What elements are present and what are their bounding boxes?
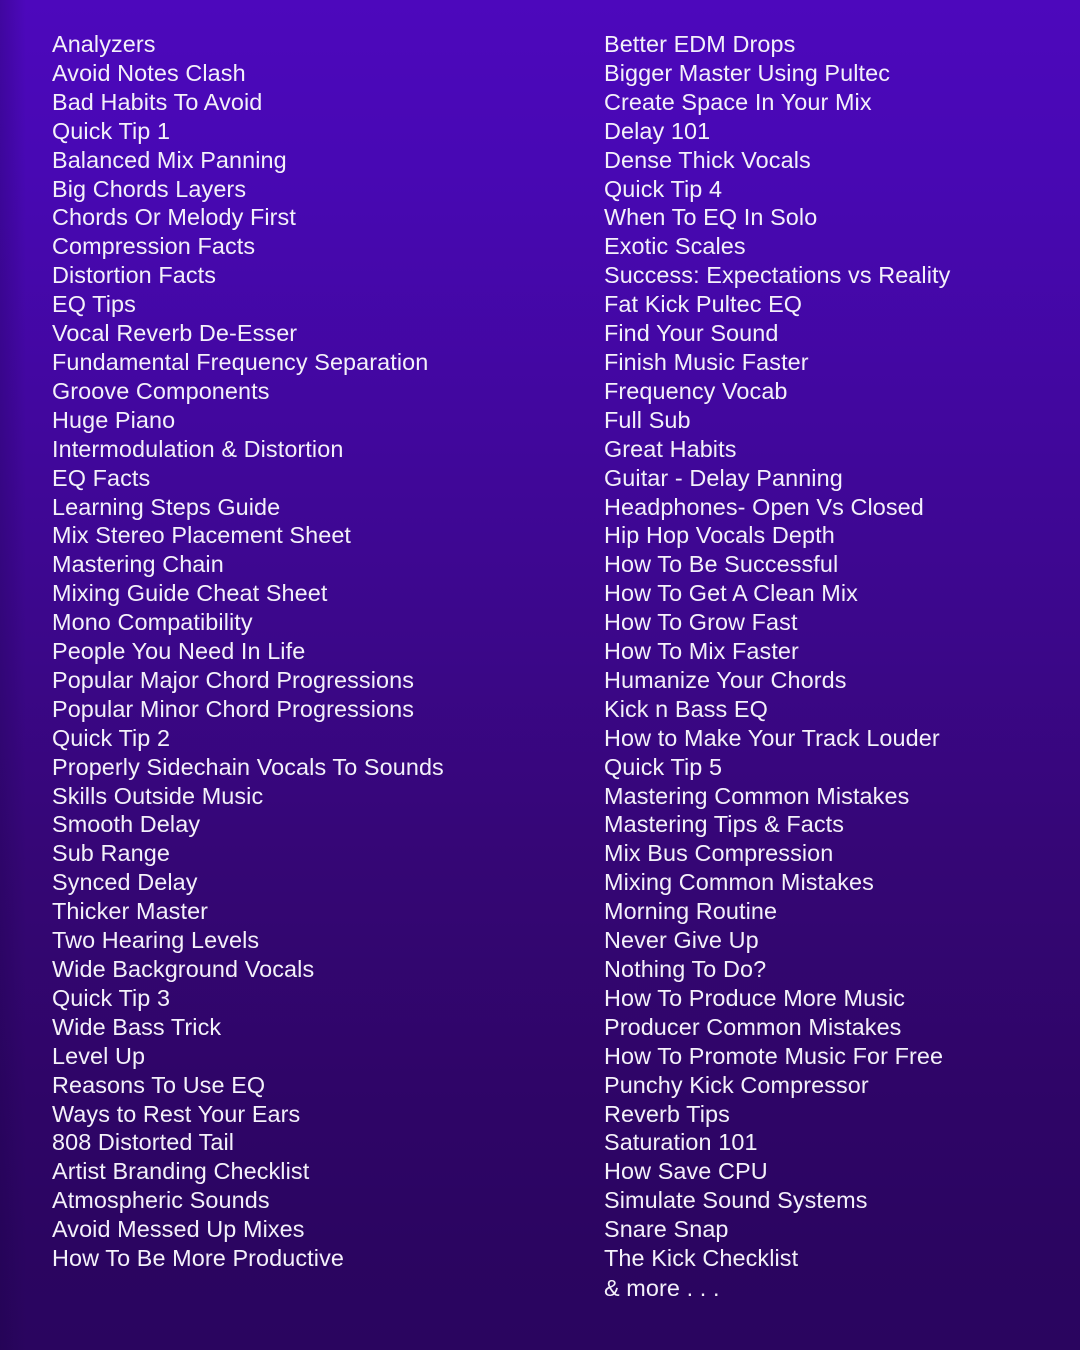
topic-list-item: Finish Music Faster [604, 348, 809, 375]
topic-list-item: Synced Delay [52, 869, 198, 896]
topic-list-item: Balanced Mix Panning [52, 146, 287, 173]
topic-list-item: Better EDM Drops [604, 31, 796, 57]
topic-list-item: The Kick Checklist [604, 1245, 799, 1272]
topic-list-item: Ways to Rest Your Ears [52, 1100, 301, 1127]
topic-list-item: Intermodulation & Distortion [52, 435, 344, 462]
topic-list-item: Thicker Master [52, 898, 209, 925]
topic-list-item: Humanize Your Chords [604, 666, 847, 693]
topic-list-item: Mix Stereo Placement Sheet [52, 522, 352, 549]
topic-list-item: Never Give Up [604, 927, 759, 954]
topic-list-item: Mix Bus Compression [604, 840, 834, 867]
topic-list-item: Exotic Scales [604, 233, 746, 260]
topic-list-item: EQ Facts [52, 464, 151, 491]
topic-list-item: Wide Background Vocals [52, 956, 315, 982]
topic-list-item: Sub Range [52, 840, 170, 867]
topic-list-item: Atmospheric Sounds [52, 1187, 270, 1214]
topic-list-item: Hip Hop Vocals Depth [604, 522, 835, 549]
topic-list-item: Simulate Sound Systems [604, 1187, 868, 1214]
topic-list-item: Mastering Tips & Facts [604, 811, 845, 838]
topic-list-item: Two Hearing Levels [52, 927, 260, 954]
topic-list-item: Snare Snap [604, 1216, 729, 1243]
topic-list-item: Big Chords Layers [52, 175, 247, 202]
topic-list-item: Guitar - Delay Panning [604, 464, 843, 491]
topic-list-item: Kick n Bass EQ [604, 695, 768, 722]
topic-list-item: Dense Thick Vocals [604, 146, 811, 173]
topic-list-item: How To Be More Productive [52, 1245, 344, 1272]
right-column: Better EDM Drops Bigger Master Using Pult… [552, 0, 1080, 1303]
topic-list-item: How To Be Successful [604, 551, 839, 578]
topic-list-item: Mastering Chain [52, 551, 224, 578]
topic-list-item: Nothing To Do? [604, 956, 767, 982]
topic-list-item: Great Habits [604, 435, 737, 462]
topic-list-item: Avoid Messed Up Mixes [52, 1216, 305, 1243]
topic-list-item: Huge Piano [52, 406, 176, 433]
topic-list-item: How To Mix Faster [604, 638, 799, 665]
more-indicator: & more . . . [604, 1274, 720, 1301]
topic-list-item: Level Up [52, 1042, 146, 1069]
topic-list-item: Headphones- Open Vs Closed [604, 493, 924, 520]
topic-list-item: Reasons To Use EQ [52, 1071, 266, 1098]
topic-list-item: Wide Bass Trick [52, 1013, 222, 1040]
topic-list-item: Mastering Common Mistakes [604, 782, 910, 809]
topic-list-item: How To Promote Music For Free [604, 1042, 944, 1069]
right-topic-list: Better EDM Drops Bigger Master Using Pult… [604, 30, 1080, 1303]
topic-list-item: Create Space In Your Mix [604, 88, 872, 115]
topic-list-item: Mixing Common Mistakes [604, 869, 874, 896]
topic-list-item: Groove Components [52, 377, 270, 404]
topic-list-item: Compression Facts [52, 233, 256, 260]
topic-list-item: Quick Tip 2 [52, 724, 171, 751]
topic-list-item: Popular Major Chord Progressions [52, 666, 415, 693]
topic-list-item: Punchy Kick Compressor [604, 1071, 869, 1098]
topic-list-item: Reverb Tips [604, 1100, 730, 1127]
topic-list-item: How To Get A Clean Mix [604, 580, 858, 607]
topic-list-item: Producer Common Mistakes [604, 1013, 902, 1040]
topic-list-item: Bad Habits To Avoid [52, 88, 263, 115]
left-column: Analyzers Avoid Notes Clash Bad Habits To … [0, 0, 552, 1273]
topic-list-item: How to Make Your Track Louder [604, 724, 940, 751]
topic-columns: Analyzers Avoid Notes Clash Bad Habits To … [0, 0, 1080, 1350]
topic-list-item: Quick Tip 1 [52, 117, 171, 144]
topic-list-item: EQ Tips [52, 291, 136, 318]
topic-list-item: Find Your Sound [604, 320, 779, 347]
topic-list-item: Properly Sidechain Vocals To Sounds [52, 753, 444, 780]
topic-list-item: Full Sub [604, 406, 691, 433]
topic-list-item: Mixing Guide Cheat Sheet [52, 580, 328, 607]
poster-canvas: Analyzers Avoid Notes Clash Bad Habits To … [0, 0, 1080, 1350]
topic-list-item: Fundamental Frequency Separation [52, 348, 429, 375]
topic-list-item: Bigger Master Using Pultec [604, 59, 891, 86]
topic-list-item: Morning Routine [604, 898, 778, 925]
topic-list-item: Success: Expectations vs Reality [604, 262, 951, 289]
topic-list-item: Saturation 101 [604, 1129, 758, 1156]
topic-list-item: Artist Branding Checklist [52, 1158, 310, 1185]
topic-list-item: Learning Steps Guide [52, 493, 281, 520]
topic-list-item: Fat Kick Pultec EQ [604, 291, 803, 318]
topic-list-item: 808 Distorted Tail [52, 1129, 235, 1156]
topic-list-item: Skills Outside Music [52, 782, 264, 809]
topic-list-item: Quick Tip 5 [604, 753, 723, 780]
left-topic-list: Analyzers Avoid Notes Clash Bad Habits To … [52, 30, 552, 1273]
topic-list-item: Distortion Facts [52, 262, 217, 289]
topic-list-item: How To Grow Fast [604, 609, 798, 636]
topic-list-item: Avoid Notes Clash [52, 59, 246, 86]
topic-list-item: Mono Compatibility [52, 609, 253, 636]
topic-list-item: How Save CPU [604, 1158, 768, 1185]
topic-list-item: Analyzers [52, 31, 156, 57]
topic-list-item: People You Need In Life [52, 638, 306, 665]
topic-list-item: Smooth Delay [52, 811, 201, 838]
topic-list-item: Quick Tip 4 [604, 175, 723, 202]
topic-list-item: Delay 101 [604, 117, 711, 144]
topic-list-item: Frequency Vocab [604, 377, 788, 404]
topic-list-item: Vocal Reverb De-Esser [52, 320, 298, 347]
topic-list-item: When To EQ In Solo [604, 204, 818, 231]
topic-list-item: Popular Minor Chord Progressions [52, 695, 415, 722]
topic-list-item: How To Produce More Music [604, 984, 906, 1011]
topic-list-item: Quick Tip 3 [52, 984, 171, 1011]
topic-list-item: Chords Or Melody First [52, 204, 296, 231]
